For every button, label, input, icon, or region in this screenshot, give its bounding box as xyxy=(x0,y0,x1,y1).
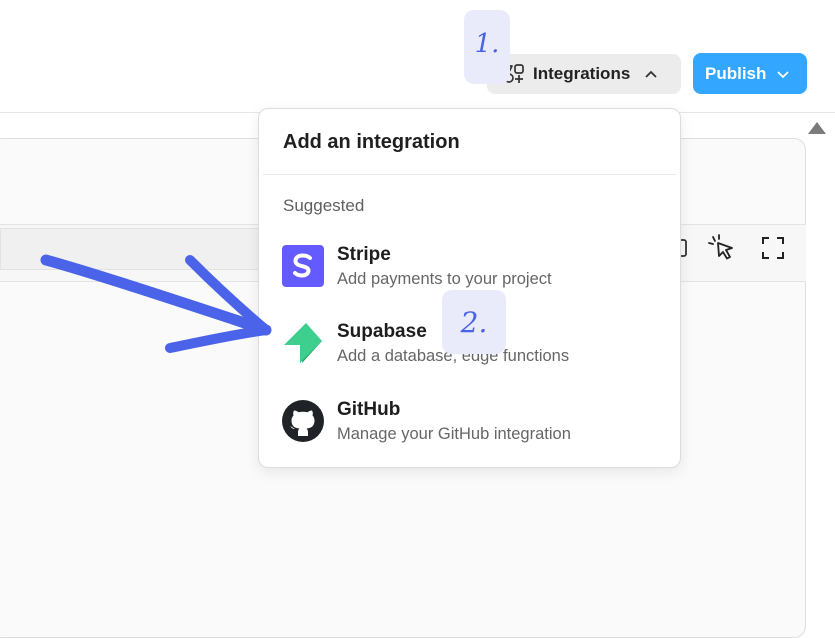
github-logo-icon xyxy=(281,399,325,443)
annotation-arrow-icon xyxy=(40,254,272,353)
fullscreen-icon[interactable] xyxy=(760,235,786,261)
integrations-label: Integrations xyxy=(533,64,631,83)
publish-label: Publish xyxy=(705,63,767,83)
suggested-heading: Suggested xyxy=(283,196,365,215)
stripe-logo-icon xyxy=(281,244,325,288)
scrollbar-track[interactable] xyxy=(812,140,834,617)
select-cursor-icon[interactable] xyxy=(707,233,737,263)
integration-item-github[interactable]: GitHub Manage your GitHub integration xyxy=(281,393,661,449)
github-name: GitHub xyxy=(337,398,401,420)
stripe-name: Stripe xyxy=(337,243,391,265)
chevron-down-icon xyxy=(777,70,790,78)
integrations-button[interactable]: Integrations xyxy=(487,54,681,94)
scroll-up-arrow-icon[interactable] xyxy=(808,122,826,134)
dropdown-title: Add an integration xyxy=(283,131,460,153)
annotation-step-2: 2. xyxy=(442,290,506,354)
publish-button[interactable]: Publish xyxy=(693,53,807,94)
stripe-description: Add payments to your project xyxy=(337,269,552,288)
annotation-step-1: 1. xyxy=(464,10,510,84)
integration-item-stripe[interactable]: Stripe Add payments to your project xyxy=(281,238,661,294)
integrations-dropdown: Add an integration Suggested Stripe Add … xyxy=(258,108,681,468)
dropdown-divider xyxy=(263,174,676,175)
github-description: Manage your GitHub integration xyxy=(337,424,571,443)
supabase-logo-icon xyxy=(281,321,325,365)
chevron-up-icon xyxy=(645,70,657,78)
